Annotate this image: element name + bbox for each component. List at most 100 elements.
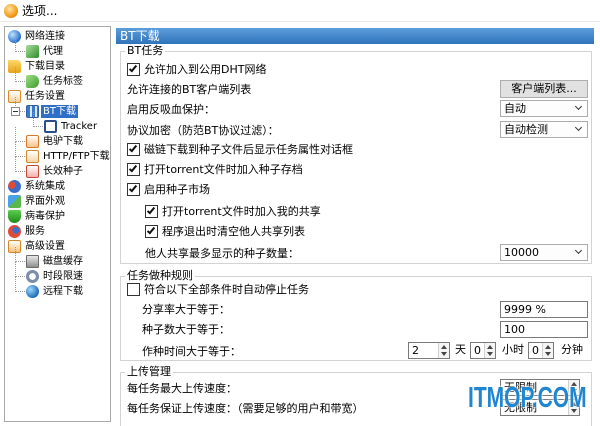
tree-item-label[interactable]: 病毒保护 — [23, 210, 67, 223]
clear-share-option[interactable]: 程序退出时清空他人共享列表 — [145, 223, 305, 239]
chevron-down-icon — [574, 123, 583, 132]
seed-minutes-value: 0 — [532, 344, 539, 357]
spin-down-icon[interactable] — [545, 352, 551, 356]
spin-buttons[interactable] — [484, 343, 495, 358]
encryption-row: 协议加密（防范BT协议过滤）： — [127, 122, 279, 138]
magnet-props-option[interactable]: 磁链下载到种子文件后显示任务属性对话框 — [127, 141, 353, 157]
magnet-props-label[interactable]: 磁链下载到种子文件后显示任务属性对话框 — [144, 141, 353, 157]
seed-market-option[interactable]: 启用种子市场 — [127, 181, 210, 197]
tree-item[interactable]: 电驴下载 — [15, 127, 85, 149]
tree-item-label[interactable]: 任务设置 — [23, 90, 67, 103]
tree-item[interactable]: HTTP/FTP下载 — [15, 142, 110, 164]
max-seeds-label: 他人共享最多显示的种子数量： — [145, 247, 299, 260]
settings-tree[interactable]: 网络连接代理下载目录任务标签任务设置 BT下载 Tracker 电驴下载 HTTP/FT… — [4, 26, 111, 422]
seed-market-checkbox[interactable] — [127, 182, 140, 196]
dht-label[interactable]: 允许加入到公用DHT网络 — [144, 61, 266, 77]
tree-item[interactable]: 代理 — [15, 37, 65, 59]
auto-stop-option[interactable]: 符合以下全部条件时自动停止任务 — [127, 281, 309, 297]
tree-item[interactable]: 界面外观 — [8, 194, 67, 209]
share-ratio-label: 分享率大于等于： — [142, 303, 230, 316]
window-title: 选项... — [22, 4, 58, 18]
spin-buttons[interactable] — [542, 343, 553, 358]
tree-item[interactable]: 磁盘缓存 — [15, 247, 85, 269]
spin-up-icon[interactable] — [487, 345, 493, 349]
tree-item-label[interactable]: HTTP/FTP下载 — [41, 150, 110, 163]
anti-leech-select[interactable]: 自动 — [500, 100, 588, 117]
checkmark-icon — [128, 183, 138, 192]
tree-item-label[interactable]: 长效种子 — [41, 165, 85, 178]
add-share-option[interactable]: 打开torrent文件时加入我的共享 — [145, 203, 321, 219]
section-title: BT下载 — [120, 29, 160, 43]
add-share-checkbox[interactable] — [145, 204, 158, 218]
tree-connector — [33, 112, 43, 127]
tree-connector — [15, 247, 25, 262]
auto-stop-checkbox[interactable] — [127, 282, 140, 296]
collapse-toggle-icon[interactable] — [11, 107, 20, 116]
tree-item[interactable]: 服务 — [8, 224, 47, 239]
tree-item-label[interactable]: 远程下载 — [41, 285, 85, 298]
seed-count-label: 种子数大于等于： — [142, 323, 230, 336]
tree-item-label[interactable]: 高级设置 — [23, 240, 67, 253]
tree-item-label[interactable]: Tracker — [59, 120, 99, 133]
tree-item-label[interactable]: 电驴下载 — [41, 135, 85, 148]
tree-item-label[interactable]: 时段限速 — [41, 270, 85, 283]
days-unit: 天 — [455, 343, 466, 356]
tree-item-label[interactable]: 下载目录 — [23, 60, 67, 73]
torrent-archive-label[interactable]: 打开torrent文件时加入种子存档 — [144, 161, 303, 177]
torrent-archive-option[interactable]: 打开torrent文件时加入种子存档 — [127, 161, 303, 177]
app-icon — [4, 4, 18, 18]
tree-item[interactable]: 时段限速 — [15, 262, 85, 284]
encryption-select[interactable]: 自动检测 — [500, 121, 588, 138]
tree-connector — [15, 67, 25, 82]
tree-item[interactable]: 远程下载 — [15, 277, 85, 299]
spin-up-icon[interactable] — [545, 345, 551, 349]
checkmark-icon — [128, 163, 138, 172]
torrent-archive-checkbox[interactable] — [127, 162, 140, 176]
tree-item[interactable]: 任务标签 — [15, 67, 85, 89]
tree-item-label[interactable]: 任务标签 — [41, 75, 85, 88]
seed-days-stepper[interactable]: 2 — [408, 342, 450, 359]
spin-buttons[interactable] — [438, 343, 449, 358]
speed-limit-icon — [26, 270, 39, 283]
client-list-button[interactable]: 客户端列表... — [500, 80, 588, 98]
seed-market-label[interactable]: 启用种子市场 — [144, 181, 210, 197]
tree-item[interactable]: Tracker — [33, 112, 99, 134]
tree-item-label[interactable]: 代理 — [41, 45, 65, 58]
section-header: BT下载 — [116, 28, 594, 44]
tree-item-label[interactable]: 磁盘缓存 — [41, 255, 85, 268]
shield-icon — [8, 210, 21, 223]
chevron-down-icon — [574, 102, 583, 111]
seed-hours-stepper[interactable]: 0 — [470, 342, 496, 359]
tree-item-label[interactable]: 系统集成 — [23, 180, 67, 193]
tree-item-label[interactable]: 网络连接 — [23, 30, 67, 43]
clear-share-label[interactable]: 程序退出时清空他人共享列表 — [162, 223, 305, 239]
tree-connector — [15, 37, 25, 52]
guaranteed-upload-label: 每任务保证上传速度：（需要足够的用户和带宽） — [127, 402, 364, 415]
anti-leech-row: 启用反吸血保护： — [127, 101, 215, 117]
clear-share-checkbox[interactable] — [145, 224, 158, 238]
spin-up-icon[interactable] — [441, 345, 447, 349]
auto-stop-label[interactable]: 符合以下全部条件时自动停止任务 — [144, 281, 309, 297]
encryption-value: 自动检测 — [504, 123, 548, 136]
tree-item[interactable]: 系统集成 — [8, 179, 67, 194]
add-share-label[interactable]: 打开torrent文件时加入我的共享 — [162, 203, 321, 219]
minutes-unit: 分钟 — [561, 343, 583, 356]
share-ratio-row: 分享率大于等于： — [142, 301, 230, 317]
tree-item[interactable]: 病毒保护 — [8, 209, 67, 224]
max-seeds-select[interactable]: 10000 — [500, 244, 588, 261]
spin-down-icon[interactable] — [441, 352, 447, 356]
magnet-props-checkbox[interactable] — [127, 142, 140, 156]
share-ratio-input[interactable]: 9999 % — [500, 301, 588, 318]
dht-option[interactable]: 允许加入到公用DHT网络 — [127, 61, 266, 77]
tree-item-label[interactable]: BT下载 — [41, 105, 78, 118]
appearance-icon — [8, 195, 21, 208]
tree-item-label[interactable]: 界面外观 — [23, 195, 67, 208]
tree-item-label[interactable]: 服务 — [23, 225, 47, 238]
tree-item[interactable]: 长效种子 — [15, 157, 85, 179]
watermark: ITMOP.COM — [468, 382, 587, 414]
tracker-icon — [44, 120, 57, 133]
seed-minutes-stepper[interactable]: 0 — [528, 342, 554, 359]
dht-checkbox[interactable] — [127, 62, 140, 76]
seed-count-input[interactable]: 100 — [500, 321, 588, 338]
spin-down-icon[interactable] — [487, 352, 493, 356]
